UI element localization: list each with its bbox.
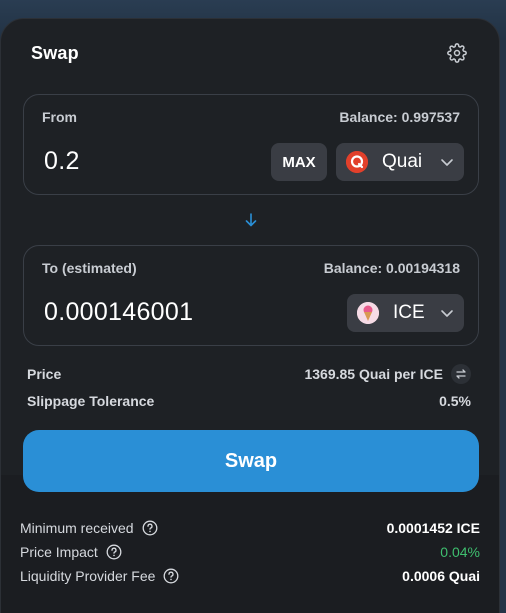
price-impact-label: Price Impact <box>20 544 98 560</box>
lp-fee-value: 0.0006 Quai <box>402 568 480 584</box>
swap-direction-icon[interactable] <box>451 364 471 384</box>
minimum-received-value: 0.0001452 ICE <box>386 520 480 536</box>
lp-fee-label: Liquidity Provider Fee <box>20 568 156 584</box>
minimum-received-label-group: Minimum received <box>20 520 158 536</box>
price-value-group: 1369.85 Quai per ICE <box>304 364 471 384</box>
ice-cream-token-icon <box>357 302 379 324</box>
quai-token-icon <box>346 151 368 173</box>
from-token-name: Quai <box>382 151 423 172</box>
from-label: From <box>42 109 77 125</box>
to-balance: Balance: 0.00194318 <box>323 260 460 276</box>
arrow-down-icon[interactable] <box>243 212 259 228</box>
slippage-label: Slippage Tolerance <box>27 393 155 409</box>
lp-fee-row: Liquidity Provider Fee 0.0006 Quai <box>20 568 480 584</box>
swap-button[interactable]: Swap <box>23 430 479 492</box>
from-amount-input[interactable]: 0.2 <box>44 147 80 176</box>
price-impact-value: 0.04% <box>440 544 480 560</box>
lp-fee-label-group: Liquidity Provider Fee <box>20 568 179 584</box>
price-impact-label-group: Price Impact <box>20 544 122 560</box>
swap-header: Swap <box>31 41 469 65</box>
from-panel-header: From Balance: 0.997537 <box>42 109 460 125</box>
from-token-select[interactable]: Quai <box>336 143 464 181</box>
price-value: 1369.85 Quai per ICE <box>304 366 443 382</box>
slippage-row: Slippage Tolerance 0.5% <box>27 393 471 409</box>
minimum-received-label: Minimum received <box>20 520 134 536</box>
chevron-down-icon <box>440 155 454 174</box>
page-title: Swap <box>31 42 79 63</box>
swap-card: Swap From Balance: 0.997537 0.2 MAX Quai <box>0 18 500 613</box>
to-token-name: ICE <box>393 302 425 323</box>
from-balance: Balance: 0.997537 <box>339 109 460 125</box>
price-label: Price <box>27 366 62 382</box>
to-label: To (estimated) <box>42 260 137 276</box>
to-amount-input[interactable]: 0.000146001 <box>44 298 193 327</box>
slippage-value: 0.5% <box>439 393 471 409</box>
to-panel: To (estimated) Balance: 0.00194318 0.000… <box>23 245 479 346</box>
minimum-received-row: Minimum received 0.0001452 ICE <box>20 520 480 536</box>
from-panel: From Balance: 0.997537 0.2 MAX Quai <box>23 94 479 195</box>
to-token-select[interactable]: ICE <box>347 294 464 332</box>
help-icon[interactable] <box>163 568 179 584</box>
to-panel-header: To (estimated) Balance: 0.00194318 <box>42 260 460 276</box>
help-icon[interactable] <box>142 520 158 536</box>
max-button[interactable]: MAX <box>271 143 327 181</box>
price-impact-row: Price Impact 0.04% <box>20 544 480 560</box>
price-row: Price 1369.85 Quai per ICE <box>27 364 471 384</box>
chevron-down-icon <box>440 306 454 325</box>
gear-icon[interactable] <box>445 41 469 65</box>
help-icon[interactable] <box>106 544 122 560</box>
